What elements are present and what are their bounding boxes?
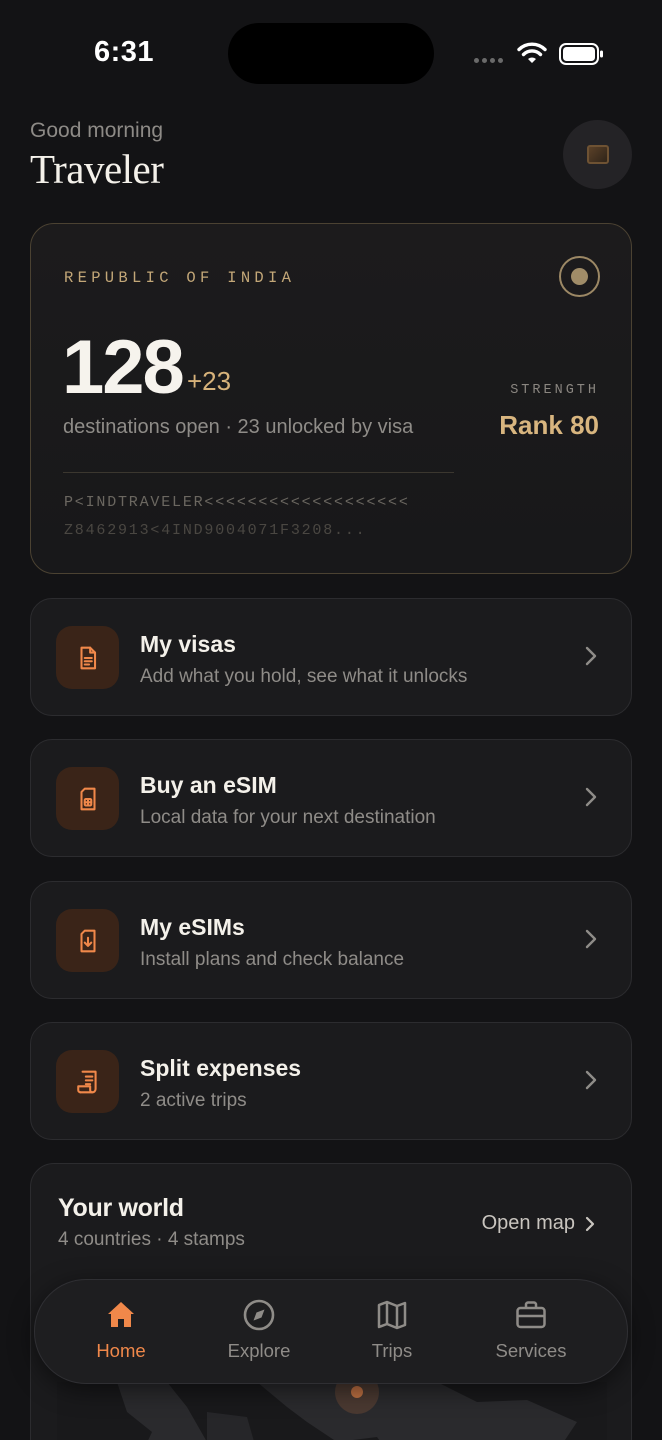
- buy-esim-card[interactable]: Buy an eSIM Local data for your next des…: [30, 739, 632, 857]
- divider: [63, 472, 454, 473]
- nav-home[interactable]: Home: [56, 1298, 186, 1362]
- sim-download-icon: [56, 909, 119, 972]
- open-map-label: Open map: [481, 1212, 575, 1234]
- chevron-right-icon: [585, 1216, 595, 1231]
- wifi-icon: [517, 42, 547, 63]
- mrz-line-1: P<INDTRAVELER<<<<<<<<<<<<<<<<<<<: [64, 494, 410, 511]
- split-expenses-card[interactable]: Split expenses 2 active trips: [30, 1022, 632, 1140]
- status-time: 6:31: [94, 36, 155, 68]
- document-icon: [56, 626, 119, 689]
- receipt-icon: [56, 1050, 119, 1113]
- cellular-signal-icon: [474, 58, 503, 63]
- chevron-right-icon: [585, 646, 597, 666]
- world-title: Your world: [58, 1194, 184, 1222]
- sim-card-icon: [56, 767, 119, 830]
- menu-title: Buy an eSIM: [140, 772, 277, 798]
- world-subtitle: 4 countries · 4 stamps: [58, 1229, 245, 1250]
- destination-count: 128: [62, 325, 185, 410]
- menu-title: My eSIMs: [140, 914, 245, 940]
- nav-label: Explore: [227, 1340, 291, 1361]
- my-visas-card[interactable]: My visas Add what you hold, see what it …: [30, 598, 632, 716]
- mrz-line-2: Z8462913<4IND9004071F3208...: [64, 522, 367, 539]
- menu-subtitle: Add what you hold, see what it unlocks: [140, 666, 468, 687]
- nav-services[interactable]: Services: [466, 1298, 596, 1362]
- destination-delta: +23: [187, 366, 232, 396]
- menu-title: Split expenses: [140, 1055, 302, 1081]
- dynamic-island: [228, 23, 434, 84]
- biometric-chip-icon: [559, 256, 600, 297]
- strength-label: STRENGTH: [510, 383, 599, 398]
- menu-subtitle: Install plans and check balance: [140, 949, 405, 970]
- chevron-right-icon: [585, 1070, 597, 1090]
- destination-description: destinations open · 23 unlocked by visa: [63, 416, 414, 438]
- menu-subtitle: 2 active trips: [140, 1090, 247, 1111]
- passport-country: REPUBLIC OF INDIA: [64, 269, 296, 287]
- chevron-right-icon: [585, 787, 597, 807]
- my-esims-card[interactable]: My eSIMs Install plans and check balance: [30, 881, 632, 999]
- nav-explore[interactable]: Explore: [194, 1298, 324, 1362]
- user-name: Traveler: [30, 146, 164, 192]
- menu-title: My visas: [140, 631, 236, 657]
- world-map: [57, 1382, 607, 1440]
- open-map-link[interactable]: Open map: [482, 1212, 595, 1235]
- map-icon: [377, 1300, 407, 1330]
- battery-icon: [559, 43, 603, 65]
- passport-card[interactable]: REPUBLIC OF INDIA 128 +23 destinations o…: [30, 223, 632, 574]
- nav-label: Home: [96, 1340, 146, 1361]
- nav-label: Trips: [371, 1340, 413, 1361]
- avatar[interactable]: [563, 120, 632, 189]
- bottom-nav: Home Explore Trips Services: [34, 1279, 628, 1384]
- nav-trips[interactable]: Trips: [327, 1298, 457, 1362]
- home-icon: [108, 1302, 134, 1327]
- briefcase-icon: [516, 1301, 546, 1329]
- passport-avatar-icon: [586, 145, 609, 164]
- compass-icon: [243, 1299, 275, 1331]
- greeting-text: Good morning: [30, 119, 164, 142]
- nav-label: Services: [495, 1340, 567, 1361]
- chevron-right-icon: [585, 929, 597, 949]
- passport-rank: Rank 80: [499, 410, 599, 440]
- menu-subtitle: Local data for your next destination: [140, 807, 436, 828]
